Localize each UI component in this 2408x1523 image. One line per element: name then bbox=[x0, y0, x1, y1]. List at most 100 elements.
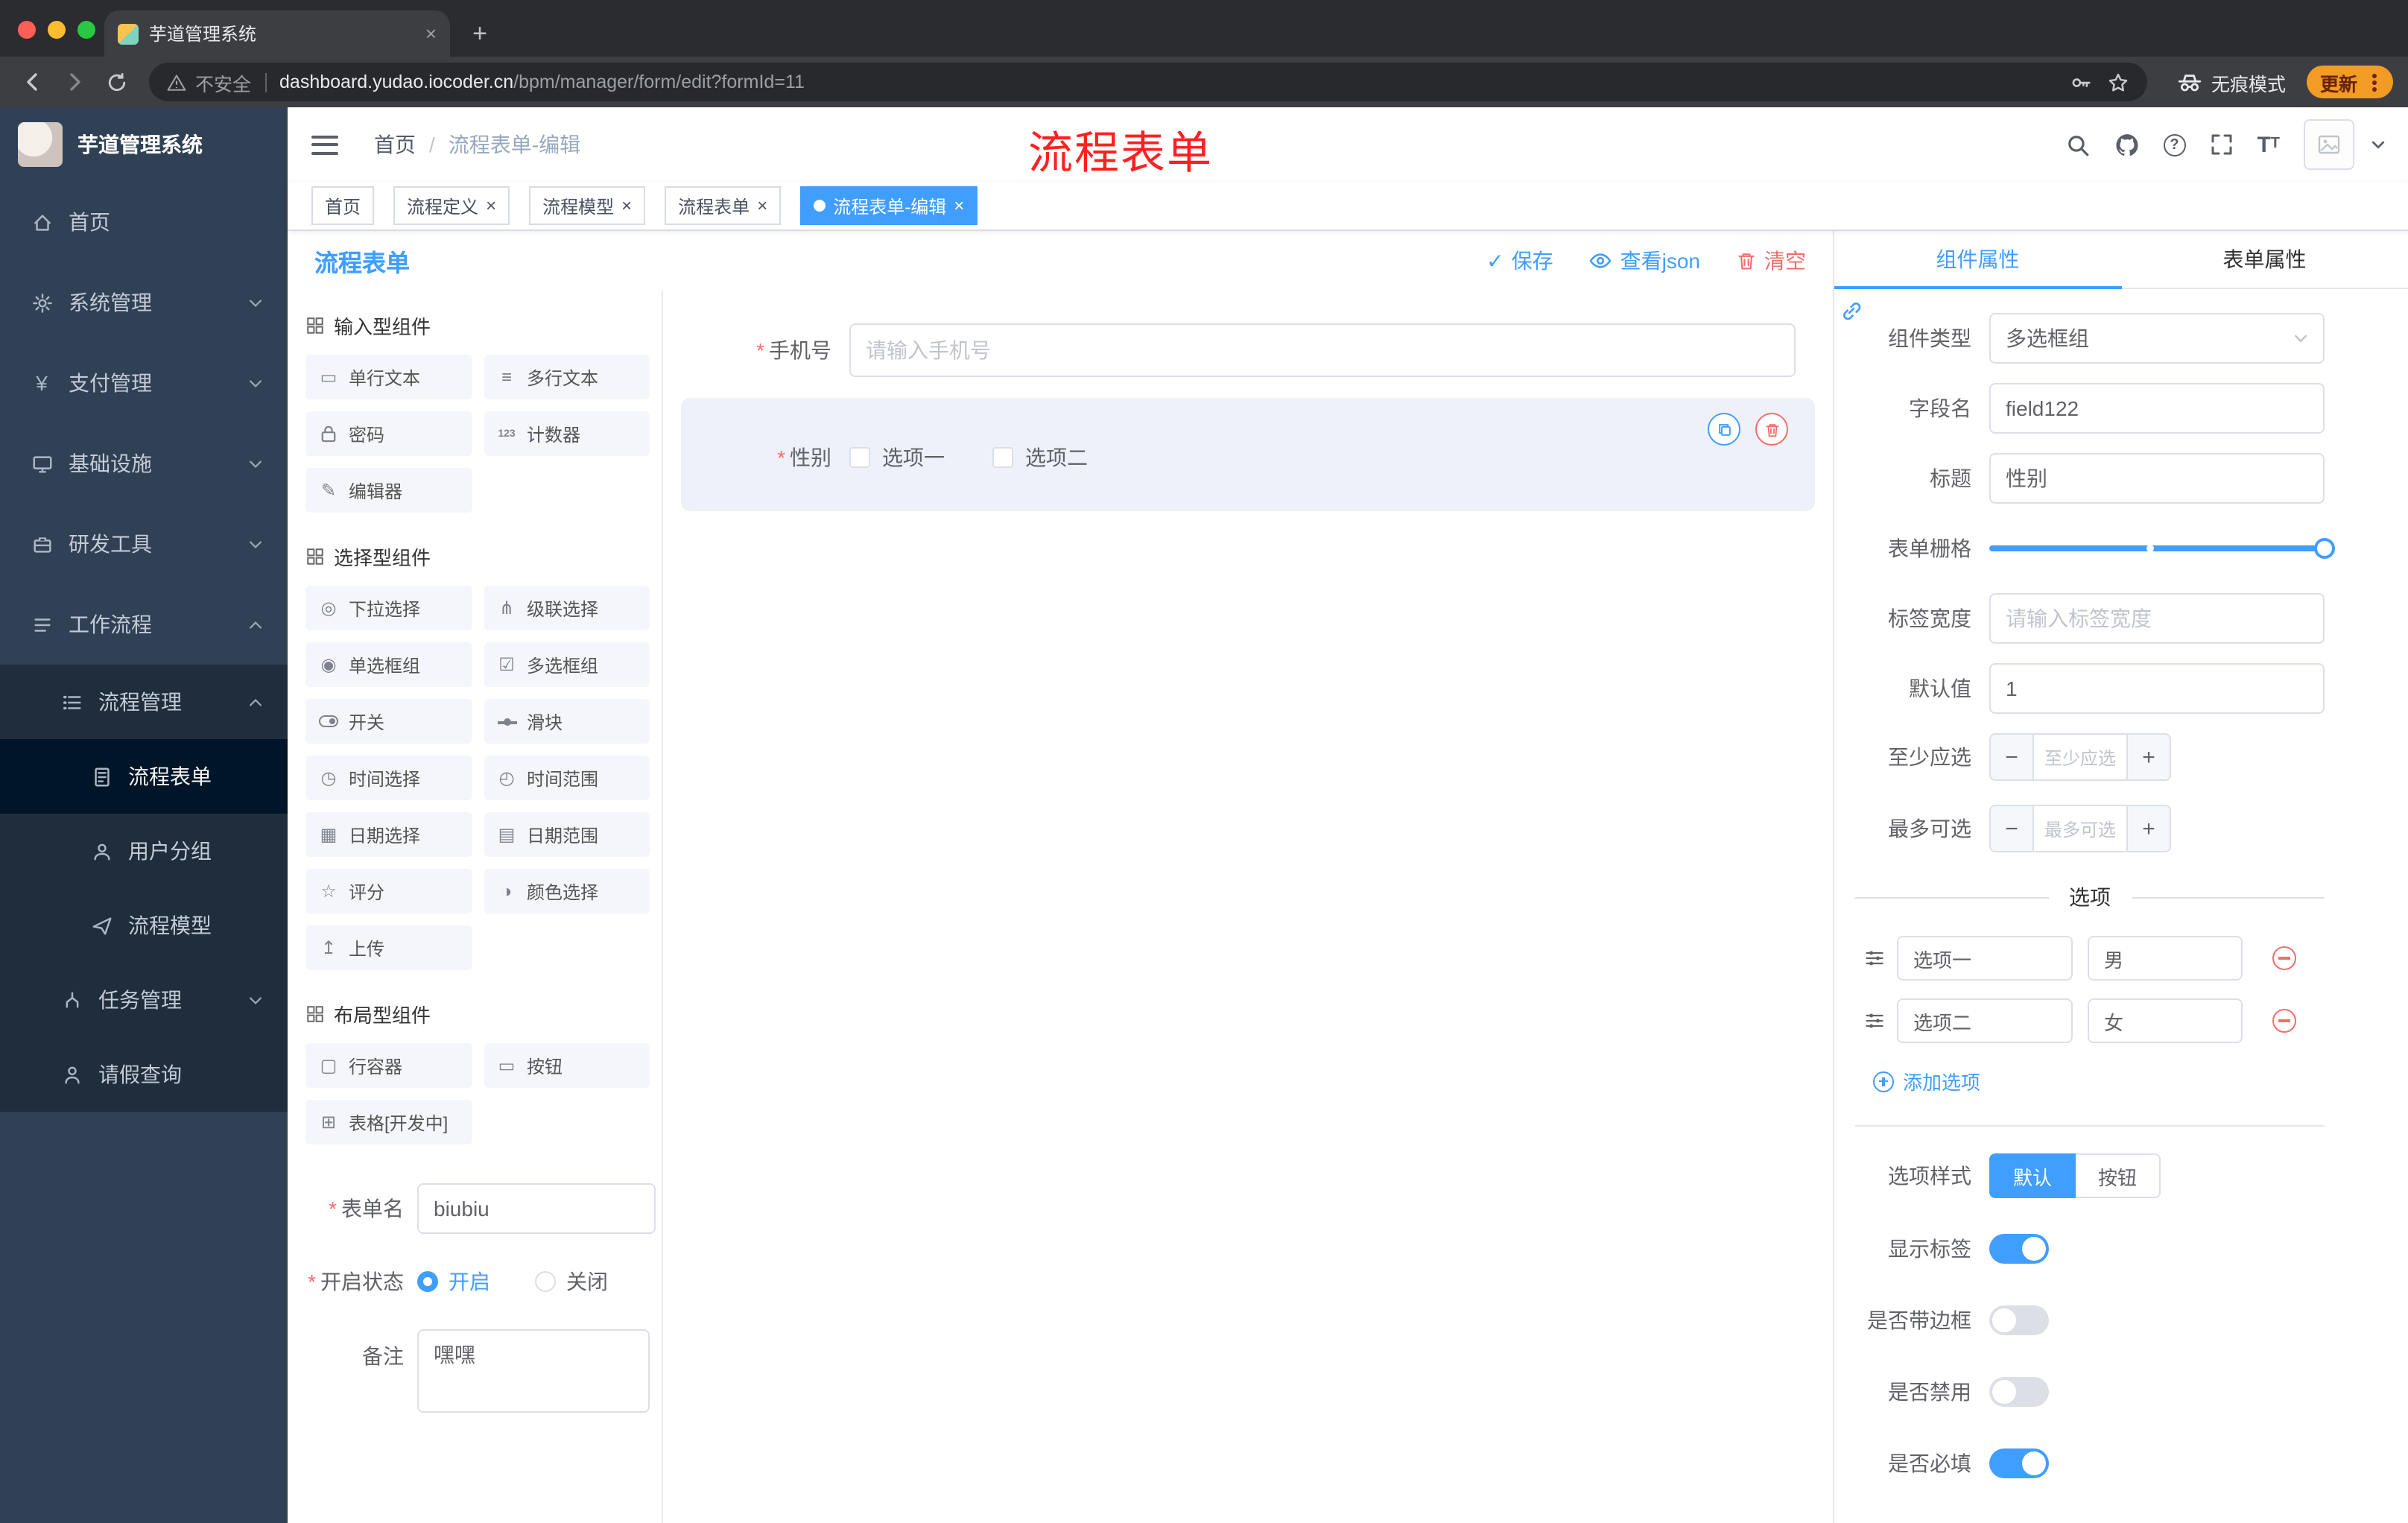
option1-label-input[interactable] bbox=[1897, 936, 2073, 981]
stepper-increase-button[interactable] bbox=[2128, 806, 2170, 851]
delete-field-button[interactable] bbox=[1755, 413, 1788, 446]
palette-item-multi-line-text[interactable]: 多行文本 bbox=[484, 355, 650, 399]
palette-item-slider[interactable]: 滑块 bbox=[484, 699, 650, 744]
palette-item-rate[interactable]: 评分 bbox=[305, 869, 472, 914]
remove-option-button[interactable] bbox=[2272, 946, 2296, 970]
palette-item-button[interactable]: 按钮 bbox=[484, 1043, 650, 1088]
fullscreen-icon[interactable] bbox=[2209, 133, 2233, 156]
drag-handle-icon[interactable] bbox=[1864, 948, 1885, 969]
border-toggle[interactable] bbox=[1989, 1305, 2049, 1335]
hamburger-icon[interactable] bbox=[311, 135, 338, 154]
max-select-value[interactable]: 最多可选 bbox=[2032, 806, 2128, 851]
tag-close-icon[interactable] bbox=[621, 197, 632, 215]
gender-option1-checkbox[interactable]: 选项一 bbox=[849, 443, 945, 472]
tag-close-icon[interactable] bbox=[757, 197, 767, 215]
form-remark-textarea[interactable]: 嘿嘿 bbox=[417, 1329, 650, 1413]
drag-handle-icon[interactable] bbox=[1864, 1010, 1885, 1031]
stepper-increase-button[interactable] bbox=[2128, 735, 2170, 779]
browser-tab[interactable]: 芋道管理系统 bbox=[104, 10, 450, 57]
status-off-radio[interactable]: 关闭 bbox=[535, 1267, 608, 1296]
phone-input[interactable] bbox=[849, 323, 1796, 377]
default-value-input[interactable] bbox=[1989, 663, 2325, 714]
palette-item-select[interactable]: 下拉选择 bbox=[305, 586, 472, 630]
sidebar-item-process-form[interactable]: 流程表单 bbox=[0, 739, 288, 814]
title-input[interactable] bbox=[1989, 453, 2325, 504]
palette-item-counter[interactable]: 计数器 bbox=[484, 411, 650, 456]
field-name-input[interactable] bbox=[1989, 383, 2325, 434]
duplicate-field-button[interactable] bbox=[1708, 413, 1740, 446]
palette-item-color-picker[interactable]: 颜色选择 bbox=[484, 869, 650, 914]
form-canvas[interactable]: 手机号 性别 选项一 选项二 bbox=[663, 291, 1833, 1523]
forward-button[interactable] bbox=[57, 64, 92, 100]
slider-handle[interactable] bbox=[2314, 538, 2335, 559]
palette-item-switch[interactable]: 开关 bbox=[305, 699, 472, 744]
sidebar-item-workflow[interactable]: 工作流程 bbox=[0, 584, 288, 665]
avatar-caret-icon[interactable] bbox=[2369, 136, 2387, 153]
tag-process-model[interactable]: 流程模型 bbox=[529, 186, 646, 225]
palette-item-password[interactable]: 密码 bbox=[305, 411, 472, 456]
sidebar-item-payment-management[interactable]: ¥ 支付管理 bbox=[0, 343, 288, 423]
font-size-icon[interactable] bbox=[2257, 133, 2280, 156]
sidebar-item-system-management[interactable]: 系统管理 bbox=[0, 262, 288, 343]
grid-slider[interactable] bbox=[1989, 523, 2335, 574]
palette-item-date-range[interactable]: 日期范围 bbox=[484, 812, 650, 857]
canvas-selected-field-gender[interactable]: 性别 选项一 选项二 bbox=[681, 398, 1815, 511]
github-icon[interactable] bbox=[2114, 132, 2139, 157]
window-close-button[interactable] bbox=[18, 21, 36, 39]
show-label-toggle[interactable] bbox=[1989, 1234, 2049, 1264]
palette-item-checkbox-group[interactable]: 多选框组 bbox=[484, 642, 650, 687]
tag-process-form-edit[interactable]: 流程表单-编辑 bbox=[800, 186, 978, 225]
tab-form-props[interactable]: 表单属性 bbox=[2121, 231, 2408, 288]
palette-item-single-line-text[interactable]: 单行文本 bbox=[305, 355, 472, 399]
option1-value-input[interactable] bbox=[2088, 936, 2243, 981]
palette-item-cascader[interactable]: 级联选择 bbox=[484, 586, 650, 630]
stepper-decrease-button[interactable] bbox=[1991, 735, 2032, 779]
sidebar-item-leave-query[interactable]: 请假查询 bbox=[0, 1037, 288, 1112]
tag-home[interactable]: 首页 bbox=[311, 186, 375, 225]
palette-item-radio-group[interactable]: 单选框组 bbox=[305, 642, 472, 687]
form-name-input[interactable] bbox=[417, 1183, 656, 1234]
sidebar-item-process-model[interactable]: 流程模型 bbox=[0, 888, 288, 963]
option2-label-input[interactable] bbox=[1897, 998, 2073, 1043]
min-select-value[interactable]: 至少应选 bbox=[2032, 735, 2128, 779]
required-toggle[interactable] bbox=[1989, 1448, 2049, 1478]
option2-value-input[interactable] bbox=[2088, 998, 2243, 1043]
status-on-radio[interactable]: 开启 bbox=[417, 1267, 490, 1296]
palette-item-time-picker[interactable]: 时间选择 bbox=[305, 756, 472, 800]
slider-track[interactable] bbox=[1989, 538, 2335, 559]
palette-item-table[interactable]: 表格[开发中] bbox=[305, 1100, 472, 1144]
stepper-decrease-button[interactable] bbox=[1991, 806, 2032, 851]
address-bar[interactable]: 不安全 dashboard.yudao.iocoder.cn/bpm/manag… bbox=[149, 63, 2147, 101]
reload-button[interactable] bbox=[98, 64, 134, 100]
option-style-button-button[interactable]: 按钮 bbox=[2076, 1153, 2161, 1198]
canvas-field-phone[interactable]: 手机号 bbox=[700, 323, 1796, 377]
tag-process-form[interactable]: 流程表单 bbox=[665, 186, 782, 225]
sidebar-item-infrastructure[interactable]: 基础设施 bbox=[0, 423, 288, 504]
breadcrumb-home[interactable]: 首页 bbox=[374, 130, 416, 159]
window-minimize-button[interactable] bbox=[48, 21, 66, 39]
tab-component-props[interactable]: 组件属性 bbox=[1834, 231, 2121, 289]
password-key-icon[interactable] bbox=[2070, 71, 2092, 93]
sidebar-item-task-management[interactable]: 任务管理 bbox=[0, 963, 288, 1037]
clear-button[interactable]: 清空 bbox=[1736, 246, 1806, 276]
tag-process-definition[interactable]: 流程定义 bbox=[393, 186, 510, 225]
disabled-toggle[interactable] bbox=[1989, 1377, 2049, 1407]
option-style-default-button[interactable]: 默认 bbox=[1989, 1153, 2076, 1198]
browser-menu-kebab-icon[interactable] bbox=[2372, 80, 2377, 84]
sidebar-item-process-management[interactable]: 流程管理 bbox=[0, 665, 288, 739]
window-zoom-button[interactable] bbox=[77, 21, 95, 39]
palette-item-row-container[interactable]: 行容器 bbox=[305, 1043, 472, 1088]
save-button[interactable]: 保存 bbox=[1486, 246, 1553, 276]
new-tab-button[interactable] bbox=[462, 16, 498, 52]
sidebar-item-dev-tools[interactable]: 研发工具 bbox=[0, 504, 288, 584]
tab-close-icon[interactable] bbox=[425, 24, 437, 43]
add-option-button[interactable]: 添加选项 bbox=[1873, 1067, 2325, 1095]
gender-option2-checkbox[interactable]: 选项二 bbox=[992, 443, 1088, 472]
view-json-button[interactable]: 查看json bbox=[1589, 246, 1700, 276]
palette-item-upload[interactable]: 上传 bbox=[305, 925, 472, 970]
component-type-select[interactable] bbox=[1989, 313, 2325, 364]
back-button[interactable] bbox=[15, 64, 51, 100]
user-avatar[interactable] bbox=[2304, 119, 2354, 170]
palette-item-date-picker[interactable]: 日期选择 bbox=[305, 812, 472, 857]
sidebar-item-home[interactable]: 首页 bbox=[0, 182, 288, 262]
